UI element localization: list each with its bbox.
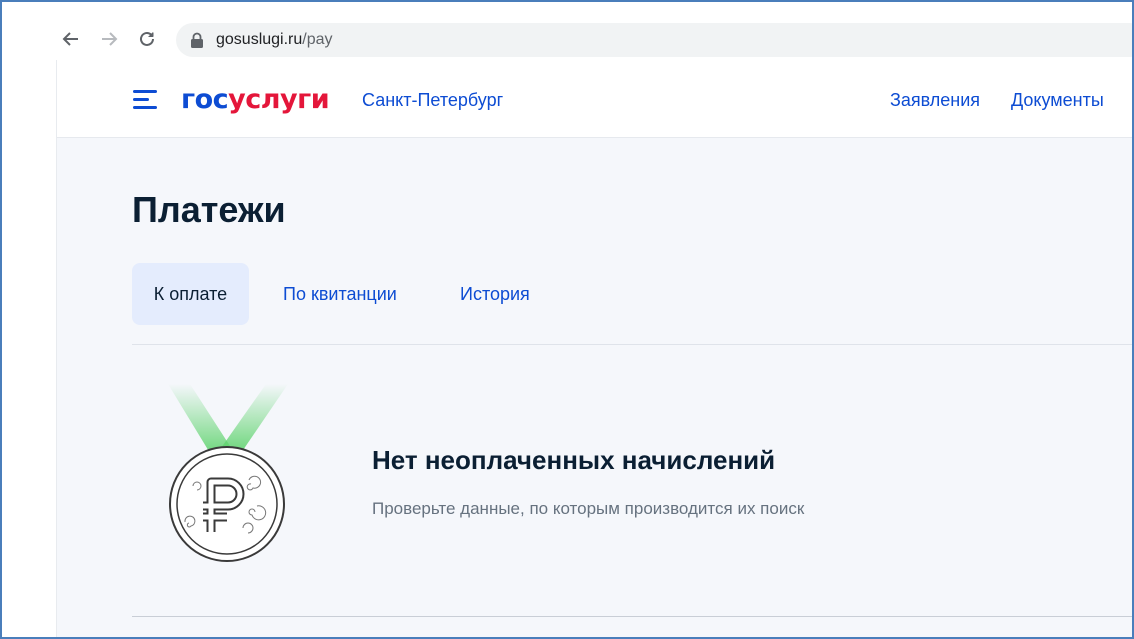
page: госуслуги Санкт-Петербург Заявления Доку… xyxy=(56,60,1132,637)
menu-icon[interactable] xyxy=(133,90,159,110)
lock-icon xyxy=(191,32,203,48)
back-button[interactable] xyxy=(58,26,84,52)
empty-state-text: Проверьте данные, по которым производитс… xyxy=(372,499,805,518)
tab-history[interactable]: История xyxy=(460,263,530,325)
empty-state-title: Нет неоплаченных начислений xyxy=(372,445,776,475)
reload-icon xyxy=(140,31,154,46)
url-host: gosuslugi.ru xyxy=(216,31,303,48)
url-path: /pay xyxy=(302,31,333,48)
nav-documents[interactable]: Документы xyxy=(1011,90,1104,111)
logo-part-gos: гос xyxy=(181,84,229,115)
logo-part-uslugi: услуги xyxy=(228,84,330,115)
tab-by-receipt[interactable]: По квитанции xyxy=(283,263,397,325)
reload-button[interactable] xyxy=(134,26,160,52)
content-bottom-divider xyxy=(132,616,1132,617)
region-selector[interactable]: Санкт-Петербург xyxy=(362,90,503,111)
tabs-divider xyxy=(132,344,1132,345)
address-bar[interactable]: gosuslugi.ru/pay xyxy=(176,23,1132,57)
nav-applications[interactable]: Заявления xyxy=(890,90,980,111)
screenshot-frame: gosuslugi.ru/pay госуслуги Санкт-Петербу… xyxy=(0,0,1134,639)
ruble-medal-icon xyxy=(168,384,288,562)
page-title: Платежи xyxy=(132,189,286,230)
tab-to-pay[interactable]: К оплате xyxy=(132,263,249,325)
forward-button[interactable] xyxy=(96,26,122,52)
arrow-right-icon xyxy=(102,32,118,46)
site-header: госуслуги Санкт-Петербург Заявления Доку… xyxy=(57,60,1132,138)
gosuslugi-logo[interactable]: госуслуги xyxy=(181,84,330,116)
arrow-left-icon xyxy=(62,32,78,46)
browser-toolbar: gosuslugi.ru/pay xyxy=(2,2,1132,60)
